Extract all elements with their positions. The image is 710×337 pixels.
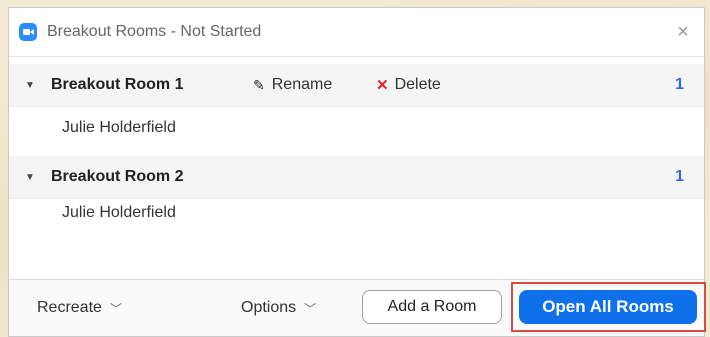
breakout-rooms-window: Breakout Rooms - Not Started × ▼ Breakou… <box>8 7 706 337</box>
breakout-room-row[interactable]: ▼ Breakout Room 1 ✎ Rename ✕ Delete 1 <box>9 64 704 107</box>
options-label: Options <box>241 299 297 316</box>
participant-count: 1 <box>675 76 684 93</box>
delete-button[interactable]: ✕ Delete <box>376 76 441 94</box>
chevron-down-icon: ﹀ <box>109 301 122 316</box>
recreate-dropdown[interactable]: Recreate ﹀ <box>37 280 122 336</box>
rename-button[interactable]: ✎ Rename <box>253 76 332 94</box>
highlight-box: Open All Rooms <box>511 282 706 332</box>
title-bar: Breakout Rooms - Not Started × <box>9 8 704 57</box>
chevron-down-icon: ﹀ <box>304 301 317 316</box>
participant-name[interactable]: Julie Holderfield <box>62 204 176 222</box>
caret-down-icon[interactable]: ▼ <box>25 80 37 91</box>
rename-label: Rename <box>271 76 333 93</box>
options-dropdown[interactable]: Options ﹀ <box>241 280 316 336</box>
participant-count: 1 <box>675 168 684 185</box>
zoom-camera-icon <box>19 23 37 41</box>
footer-bar: Recreate ﹀ Options ﹀ Add a Room Open All… <box>9 279 706 336</box>
caret-down-icon[interactable]: ▼ <box>25 172 37 183</box>
add-room-button[interactable]: Add a Room <box>362 290 502 324</box>
window-title: Breakout Rooms - Not Started <box>47 23 262 40</box>
x-icon: ✕ <box>376 77 389 94</box>
pencil-icon: ✎ <box>253 76 265 93</box>
recreate-label: Recreate <box>37 299 102 316</box>
open-all-rooms-button[interactable]: Open All Rooms <box>519 290 697 324</box>
room-name: Breakout Room 2 <box>51 168 184 185</box>
room-name: Breakout Room 1 <box>51 76 184 93</box>
close-icon[interactable]: × <box>672 21 694 43</box>
participant-name[interactable]: Julie Holderfield <box>62 119 176 137</box>
delete-label: Delete <box>394 76 441 93</box>
breakout-room-row[interactable]: ▼ Breakout Room 2 1 <box>9 156 704 199</box>
